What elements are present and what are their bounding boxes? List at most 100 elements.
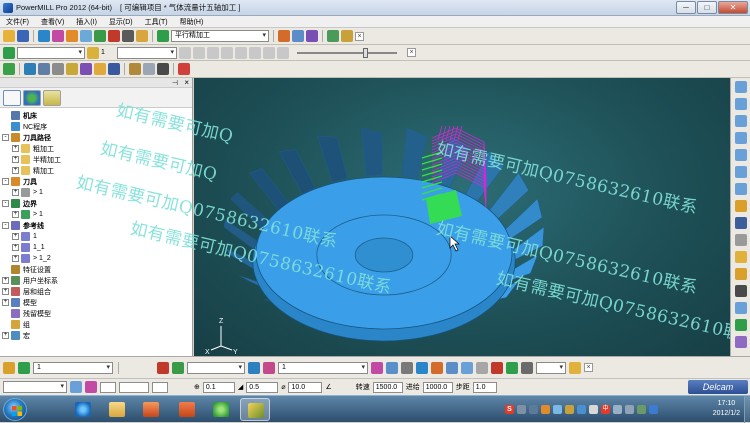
view-toolbar-close-icon[interactable]: [178, 63, 190, 75]
zoom-icon[interactable]: [734, 200, 747, 212]
globe-tab-icon[interactable]: [23, 90, 41, 106]
boundary-edit-icon[interactable]: [172, 361, 184, 374]
layer-icon[interactable]: [401, 361, 413, 374]
feature-icon[interactable]: [416, 361, 428, 374]
taskbar-slides[interactable]: [172, 398, 202, 421]
tray-mic-icon[interactable]: [529, 404, 538, 414]
collapse-icon[interactable]: -: [2, 222, 9, 229]
tray-app-icon[interactable]: [541, 404, 550, 414]
menu-insert[interactable]: 插入(I): [76, 17, 97, 27]
simulation-toolbar-close-icon[interactable]: ×: [407, 48, 416, 57]
tree-node[interactable]: + 用户坐标系: [2, 275, 192, 286]
view-iso1-icon[interactable]: [734, 81, 747, 93]
simulation-path-combo[interactable]: [17, 46, 85, 59]
expand-icon[interactable]: +: [12, 167, 19, 174]
toolpath-strategy-icon[interactable]: [157, 30, 169, 42]
draft-shade-icon[interactable]: [66, 63, 78, 75]
translucent-view-icon[interactable]: [734, 336, 747, 348]
tree-node[interactable]: 残留模型: [2, 308, 192, 319]
close-button[interactable]: ✕: [718, 1, 748, 14]
workplane-create-icon[interactable]: [386, 361, 398, 374]
end-point-icon[interactable]: [108, 30, 120, 42]
section-view-icon[interactable]: [734, 302, 747, 314]
taskbar-clock[interactable]: 17:10 2012/1/2: [713, 399, 740, 419]
machine-display-icon[interactable]: [157, 63, 169, 75]
tolerance-field[interactable]: 0.1: [202, 381, 235, 393]
toolbar-close-icon[interactable]: ×: [355, 31, 364, 41]
taskbar-ie[interactable]: [68, 398, 98, 421]
simulation-speed-slider[interactable]: [297, 47, 397, 58]
wireframe-view-icon[interactable]: [38, 63, 50, 75]
zoom-fit-icon[interactable]: [734, 217, 747, 229]
goto-end-icon[interactable]: [263, 46, 275, 59]
expand-icon[interactable]: +: [12, 145, 19, 152]
expand-icon[interactable]: +: [2, 299, 9, 306]
stock-field[interactable]: 0.5: [246, 381, 279, 393]
start-button[interactable]: [3, 398, 27, 421]
gray-shade-icon[interactable]: [52, 63, 64, 75]
tray-shield-icon[interactable]: [553, 404, 562, 414]
shading-toggle-icon[interactable]: [734, 234, 747, 246]
leads-links-icon[interactable]: [80, 30, 92, 42]
expand-icon[interactable]: +: [12, 189, 19, 196]
collision-check-icon[interactable]: [341, 30, 353, 42]
tree-node[interactable]: 组: [2, 319, 192, 330]
view-right-icon[interactable]: [734, 166, 747, 178]
curve-edit-icon[interactable]: [371, 361, 383, 374]
status-field-a[interactable]: [100, 381, 116, 393]
tree-node[interactable]: - 刀具路径: [2, 132, 192, 143]
deselect-icon[interactable]: [521, 361, 533, 374]
expand-icon[interactable]: +: [12, 211, 19, 218]
view-back-icon[interactable]: [734, 132, 747, 144]
taskbar-media[interactable]: [136, 398, 166, 421]
taskbar-explorer[interactable]: [102, 398, 132, 421]
save-icon[interactable]: [17, 30, 29, 42]
pattern-combo[interactable]: 1: [278, 361, 368, 374]
expand-icon[interactable]: +: [2, 277, 9, 284]
tree-node[interactable]: 特征设置: [2, 264, 192, 275]
selection-combo[interactable]: [536, 361, 566, 374]
status-field-c[interactable]: [152, 381, 168, 393]
tray-network-icon[interactable]: [577, 404, 586, 414]
model-edit-icon[interactable]: [431, 361, 443, 374]
feeds-speeds-icon[interactable]: [66, 30, 78, 42]
expand-icon[interactable]: +: [2, 288, 9, 295]
edit-toolpath-icon[interactable]: [306, 30, 318, 42]
view-left-icon[interactable]: [734, 149, 747, 161]
explorer-tab-icon[interactable]: [3, 90, 21, 106]
endmill-icon[interactable]: [3, 361, 15, 374]
start-point-icon[interactable]: [94, 30, 106, 42]
boundary-combo[interactable]: [187, 361, 245, 374]
tray-battery-icon[interactable]: [637, 404, 646, 414]
expand-icon[interactable]: +: [12, 244, 19, 251]
boundary-create-icon[interactable]: [157, 361, 169, 374]
measure-icon[interactable]: [446, 361, 458, 374]
unblank-icon[interactable]: [476, 361, 488, 374]
tool-select-combo[interactable]: 1: [33, 361, 113, 374]
calculate-icon[interactable]: [278, 30, 290, 42]
pause-icon[interactable]: [193, 46, 205, 59]
multicolor-shade-icon[interactable]: [108, 63, 120, 75]
tool-toolbar-close-icon[interactable]: ×: [584, 363, 593, 372]
expand-icon[interactable]: +: [12, 255, 19, 262]
axial-thickness-icon[interactable]: [122, 30, 134, 42]
plane-view-icon[interactable]: [734, 319, 747, 331]
tree-node[interactable]: + 层和组合: [2, 286, 192, 297]
tray-flag-icon[interactable]: [589, 404, 598, 414]
maximize-button[interactable]: □: [697, 1, 717, 14]
show-desktop-button[interactable]: [744, 396, 750, 423]
view-top-icon[interactable]: [734, 183, 747, 195]
delete-icon[interactable]: [491, 361, 503, 374]
menu-view[interactable]: 查看(V): [41, 17, 64, 27]
min-radius-shade-icon[interactable]: [94, 63, 106, 75]
open-folder-icon[interactable]: [3, 30, 15, 42]
pattern-delete-icon[interactable]: [263, 361, 275, 374]
menu-tools[interactable]: 工具(T): [145, 17, 168, 27]
feed-rate-field[interactable]: 1000.0: [422, 381, 453, 393]
taskbar-messenger[interactable]: [206, 398, 236, 421]
options-icon[interactable]: [569, 361, 581, 374]
tray-display-icon[interactable]: [625, 404, 634, 414]
spindle-speed-field[interactable]: 1500.0: [372, 381, 403, 393]
units-combo[interactable]: [3, 381, 67, 393]
status-field-b[interactable]: [119, 381, 149, 393]
